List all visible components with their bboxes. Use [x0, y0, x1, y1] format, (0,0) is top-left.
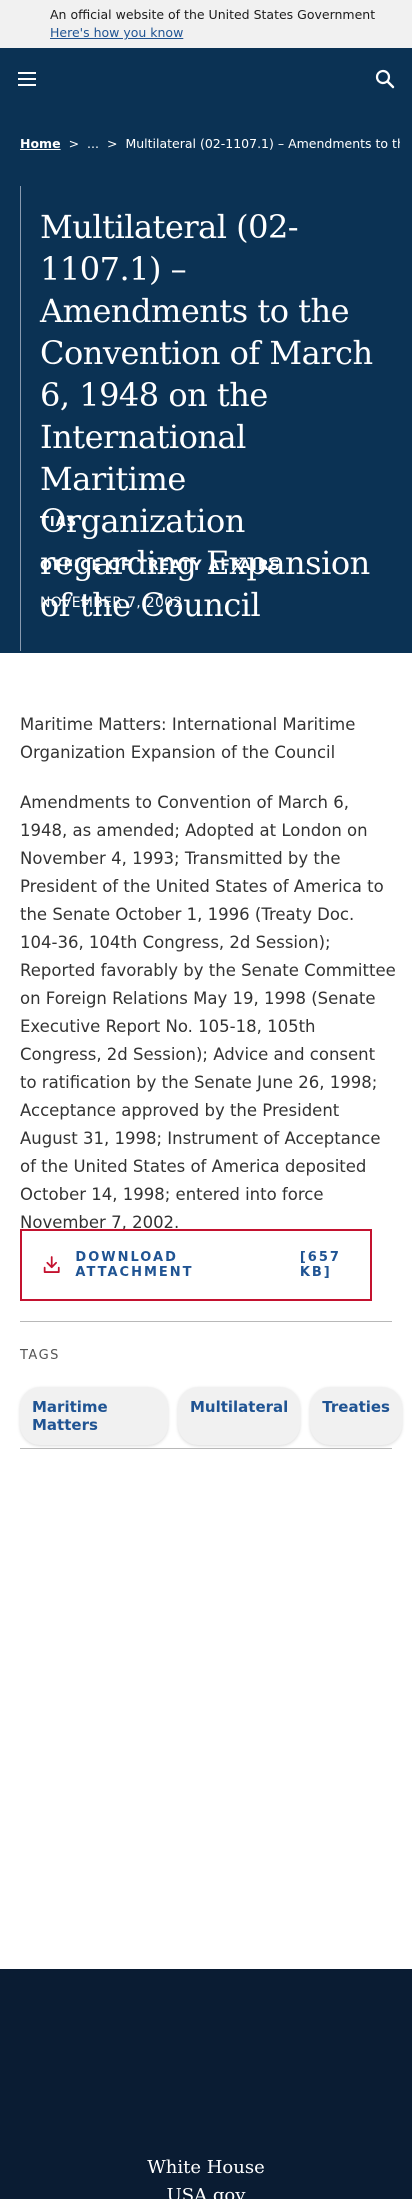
how-you-know-link[interactable]: Here's how you know	[50, 25, 183, 40]
body-text: Amendments to Convention of March 6, 194…	[20, 793, 396, 1232]
gov-banner-text: An official website of the United States…	[50, 7, 376, 22]
breadcrumb-home-link[interactable]: Home	[20, 136, 61, 151]
divider	[20, 1448, 392, 1449]
summary-text: Maritime Matters: International Maritime…	[20, 715, 356, 762]
tags-heading: TAGS	[20, 1348, 60, 1363]
publish-date: NOVEMBER 7, 2002	[40, 595, 183, 611]
tag-treaties[interactable]: Treaties	[310, 1387, 402, 1445]
search-icon[interactable]	[374, 68, 396, 90]
hamburger-menu-icon[interactable]	[18, 72, 36, 86]
site-footer: White House USA.gov	[0, 1969, 412, 2199]
hero-divider	[20, 186, 21, 651]
footer-links: White House USA.gov	[0, 2154, 412, 2199]
breadcrumb-ellipsis[interactable]: ...	[87, 136, 99, 151]
category-label: TIAS	[40, 515, 78, 530]
tag-multilateral[interactable]: Multilateral	[177, 1387, 301, 1445]
tag-maritime-matters[interactable]: Maritime Matters	[20, 1387, 168, 1445]
download-label: DOWNLOAD ATTACHMENT	[75, 1250, 194, 1280]
footer-link-white-house[interactable]: White House	[0, 2154, 412, 2182]
download-size: [657 KB]	[299, 1250, 341, 1280]
download-icon	[43, 1256, 60, 1273]
office-label: OFFICE OF TREATY AFFAIRS	[40, 558, 281, 574]
download-attachment-button[interactable]: DOWNLOAD ATTACHMENT [657 KB]	[20, 1229, 372, 1301]
hero: Multilateral (02-1107.1) – Amendments to…	[0, 158, 412, 653]
gov-banner: An official website of the United States…	[0, 0, 412, 48]
breadcrumb: Home >... > Multilateral (02-1107.1) – Amen…	[20, 136, 400, 156]
footer-link-usa-gov[interactable]: USA.gov	[0, 2182, 412, 2199]
breadcrumb-separator: >	[106, 136, 118, 151]
breadcrumb-separator: >	[68, 136, 80, 151]
divider	[20, 1321, 392, 1322]
tag-list: Maritime Matters Multilateral Treaties	[20, 1387, 412, 1445]
breadcrumb-current: Multilateral (02-1107.1) – Amendments to…	[125, 136, 400, 151]
